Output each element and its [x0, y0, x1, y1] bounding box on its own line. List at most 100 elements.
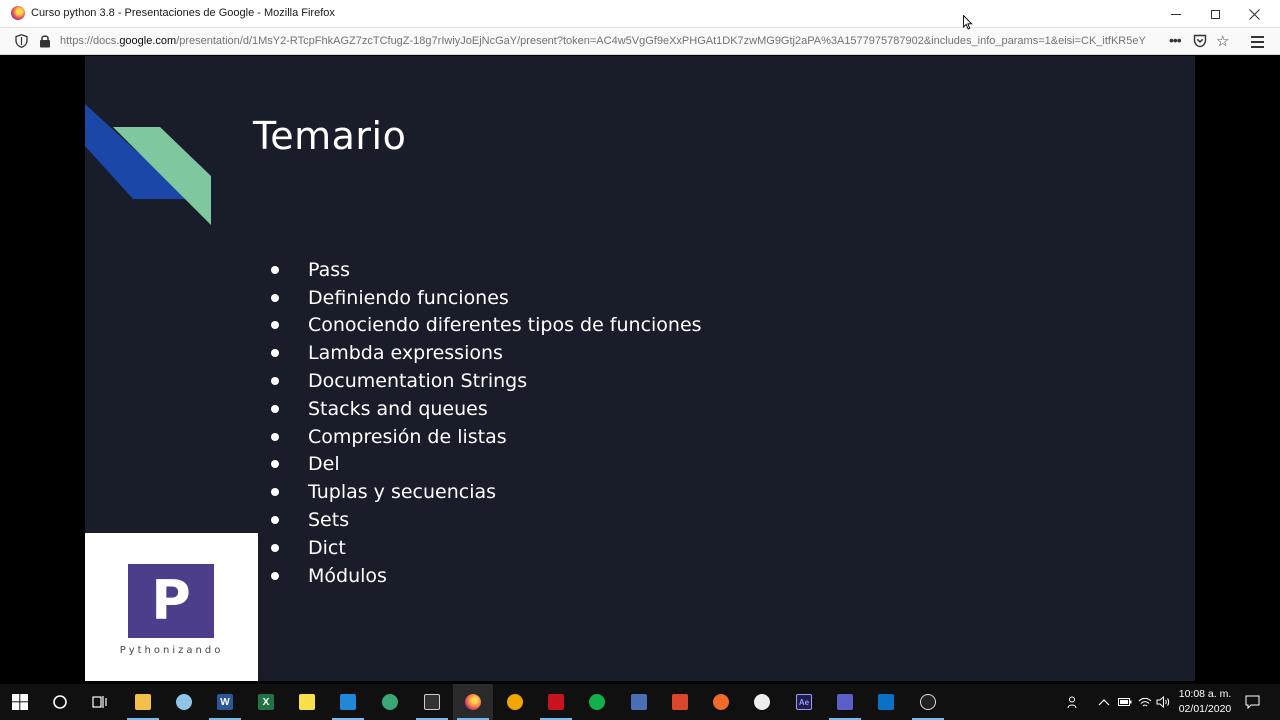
- bullet-icon: [271, 460, 279, 469]
- wifi-icon: [1138, 697, 1152, 707]
- bullet-icon: [271, 488, 279, 497]
- cortana-icon: [53, 695, 67, 709]
- bullet-icon: [271, 321, 279, 330]
- url-prefix: https://docs.: [60, 35, 120, 47]
- app-icon: [507, 694, 523, 710]
- close-icon: [1248, 8, 1260, 20]
- taskbar-app-file-explorer[interactable]: [123, 684, 163, 720]
- taskbar-app-dark-2[interactable]: [742, 684, 782, 720]
- lock-icon[interactable]: [39, 34, 51, 48]
- bullet-icon: [271, 265, 279, 274]
- excel-icon: X: [258, 694, 274, 710]
- sticky-notes-icon: [299, 694, 315, 710]
- minimize-icon: [1171, 13, 1181, 15]
- navigation-bar: https://docs.google.com/presentation/d/1…: [0, 28, 1280, 55]
- bullet-icon: [271, 516, 279, 525]
- bullet-icon: [271, 571, 279, 580]
- address-bar[interactable]: https://docs.google.com/presentation/d/1…: [60, 35, 1166, 47]
- page-actions-menu-icon[interactable]: •••: [1169, 32, 1182, 48]
- url-domain: google.com: [119, 35, 177, 47]
- logo-text: Pythonizando: [119, 645, 224, 656]
- list-item: Dict: [269, 534, 702, 562]
- taskbar-app-excel[interactable]: X: [246, 684, 286, 720]
- wifi-button[interactable]: [1138, 684, 1152, 720]
- bullet-icon: [271, 543, 279, 552]
- bullet-icon: [271, 404, 279, 413]
- close-button[interactable]: [1235, 0, 1273, 28]
- logo-letter: P: [128, 564, 214, 638]
- chevron-up-icon: [1098, 699, 1110, 706]
- taskbar-app-sticky-notes[interactable]: [287, 684, 327, 720]
- firefox-icon: [11, 6, 25, 20]
- windows-taskbar: W X Ae 10:08 a. m. 02/01/2020: [0, 684, 1280, 720]
- people-button[interactable]: [1067, 684, 1081, 720]
- show-hidden-icons-button[interactable]: [1098, 684, 1110, 720]
- volume-icon: [1156, 696, 1170, 708]
- taskbar-app-outlook[interactable]: [866, 684, 906, 720]
- maximize-icon: [1210, 9, 1220, 19]
- taskbar-app-vscode[interactable]: [328, 684, 368, 720]
- list-item-label: Stacks and queues: [308, 397, 488, 420]
- green-leaf-icon: [589, 694, 605, 710]
- decorative-stripes-icon: [85, 104, 211, 225]
- taskbar-app-teams[interactable]: [825, 684, 865, 720]
- list-item: Conociendo diferentes tipos de funciones: [269, 312, 702, 340]
- cortana-button[interactable]: [40, 684, 80, 720]
- topic-list: Pass Definiendo funciones Conociendo dif…: [269, 256, 702, 590]
- taskbar-app-obs[interactable]: [908, 684, 948, 720]
- pocket-icon[interactable]: [1193, 34, 1207, 48]
- firefox-icon: [465, 694, 481, 710]
- bullet-icon: [271, 293, 279, 302]
- list-item: Lambda expressions: [269, 339, 702, 367]
- windows-start-icon: [12, 694, 28, 710]
- taskbar-app-paint[interactable]: [164, 684, 204, 720]
- list-item: Compresión de listas: [269, 423, 702, 451]
- task-view-button[interactable]: [80, 684, 120, 720]
- list-item-label: Definiendo funciones: [308, 286, 509, 309]
- battery-button[interactable]: [1118, 684, 1132, 720]
- dark-app-icon: [754, 694, 770, 710]
- teams-icon: [837, 694, 853, 710]
- bookmark-star-icon[interactable]: ☆: [1216, 32, 1229, 50]
- taskbar-app-terminal[interactable]: [412, 684, 452, 720]
- maximize-button[interactable]: [1196, 0, 1234, 28]
- slide[interactable]: Temario Pass Definiendo funciones Conoci…: [85, 56, 1195, 681]
- list-item: Del: [269, 451, 702, 479]
- taskbar-app-orange[interactable]: [701, 684, 741, 720]
- taskbar-app-media[interactable]: [536, 684, 576, 720]
- outlook-icon: [878, 694, 894, 710]
- taskbar-app-green[interactable]: [370, 684, 410, 720]
- bullet-icon: [271, 349, 279, 358]
- list-item-label: Sets: [308, 509, 350, 532]
- taskbar-app-dark[interactable]: [495, 684, 535, 720]
- hamburger-menu-icon[interactable]: [1251, 36, 1264, 51]
- taskbar-app-blue[interactable]: [619, 684, 659, 720]
- obs-icon: [920, 694, 936, 710]
- taskbar-app-firefox[interactable]: [453, 684, 493, 720]
- start-button[interactable]: [0, 684, 40, 720]
- action-center-button[interactable]: [1245, 684, 1260, 720]
- taskbar-app-after-effects[interactable]: Ae: [784, 684, 824, 720]
- list-item: Módulos: [269, 562, 702, 590]
- window-title: Curso python 3.8 - Presentaciones de Goo…: [31, 7, 335, 19]
- taskbar-app-green-2[interactable]: [577, 684, 617, 720]
- minimize-button[interactable]: [1157, 0, 1195, 28]
- bullet-icon: [271, 377, 279, 386]
- clock-date: 02/01/2020: [1178, 703, 1232, 715]
- list-item: Documentation Strings: [269, 367, 702, 395]
- battery-icon: [1118, 698, 1132, 706]
- list-item-label: Compresión de listas: [308, 425, 507, 448]
- clock-time: 10:08 a. m.: [1178, 688, 1232, 700]
- bullet-icon: [271, 432, 279, 441]
- tracking-protection-shield-icon[interactable]: [15, 34, 28, 48]
- taskbar-clock[interactable]: 10:08 a. m. 02/01/2020: [1174, 687, 1236, 717]
- window-titlebar: Curso python 3.8 - Presentaciones de Goo…: [0, 0, 1280, 28]
- blue-app-icon: [631, 694, 647, 710]
- taskbar-app-word[interactable]: W: [205, 684, 245, 720]
- taskbar-app-red[interactable]: [660, 684, 700, 720]
- after-effects-icon: Ae: [796, 694, 812, 710]
- volume-button[interactable]: [1156, 684, 1170, 720]
- list-item-label: Tuplas y secuencias: [308, 481, 497, 504]
- word-icon: W: [217, 694, 233, 710]
- people-icon: [1067, 696, 1077, 709]
